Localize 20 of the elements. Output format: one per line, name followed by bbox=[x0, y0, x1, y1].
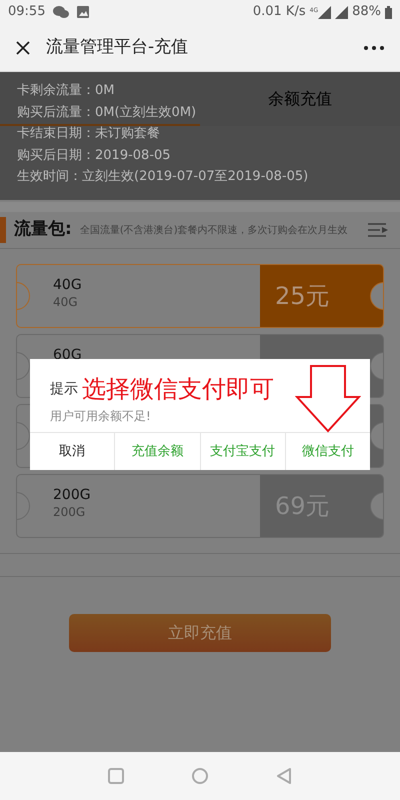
info-line: 卡剩余流量：0M bbox=[17, 82, 114, 100]
section-note: 全国流量(不含港澳台)套餐内不限速，多次订购会在次月生效 bbox=[80, 224, 348, 238]
clock: 09:55 bbox=[8, 3, 46, 22]
dialog-message: 用户可用余额不足! bbox=[50, 408, 152, 425]
section-title: 流量包: bbox=[14, 218, 72, 242]
package-detail: 200G bbox=[53, 504, 86, 521]
info-line: 购买后流量：0M(立刻生效0M) bbox=[17, 104, 196, 122]
battery-level: 88% bbox=[352, 3, 381, 22]
info-line: 购买后日期：2019-08-05 bbox=[17, 146, 171, 164]
info-line: 生效时间：立刻生效(2019-07-07至2019-08-05) bbox=[17, 168, 308, 186]
package-price: 25元 bbox=[275, 281, 330, 312]
package-name: 200G bbox=[53, 487, 92, 503]
info-line: 卡结束日期：未订购套餐 bbox=[17, 125, 160, 143]
page-title: 流量管理平台-充值 bbox=[46, 36, 188, 59]
package-name: 40G bbox=[53, 277, 83, 293]
dialog-title: 提示 bbox=[50, 380, 78, 398]
package-name: 60G bbox=[53, 347, 83, 363]
package-detail: 40G bbox=[53, 294, 79, 311]
network-speed: 0.01 K/s bbox=[252, 3, 306, 22]
annotation-text: 选择微信支付即可 bbox=[82, 374, 274, 405]
